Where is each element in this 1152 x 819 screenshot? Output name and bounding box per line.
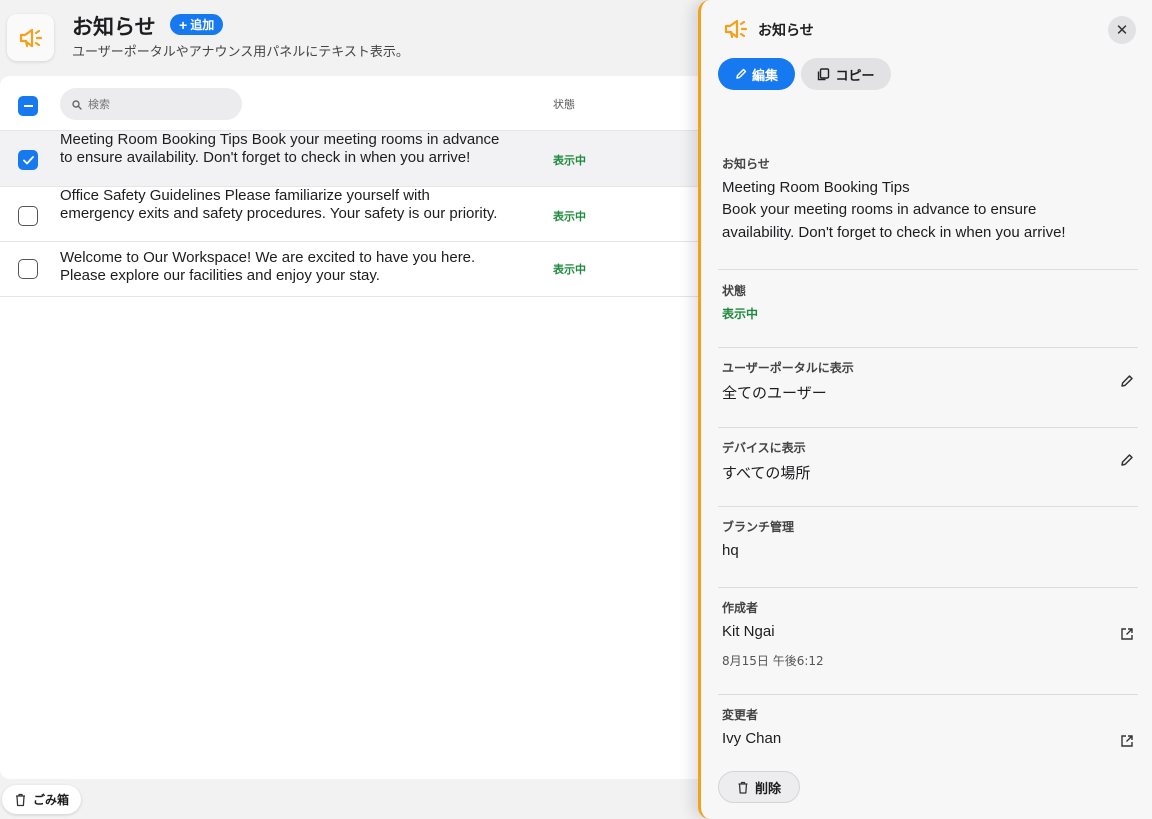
delete-button[interactable]: 削除	[718, 771, 800, 803]
search-icon	[72, 95, 82, 114]
delete-label: 削除	[754, 781, 781, 797]
device-value: すべての場所	[722, 465, 811, 482]
branch-value: hq	[722, 542, 739, 559]
modifier-section: 変更者 Ivy Chan	[718, 695, 1138, 765]
row-checkbox[interactable]	[18, 150, 38, 170]
search-input[interactable]	[88, 97, 228, 111]
trash-icon	[16, 793, 25, 806]
branch-label: ブランチ管理	[722, 520, 795, 534]
page-title: お知らせ	[72, 15, 156, 39]
creator-section: 作成者 Kit Ngai 8月15日 午後6:12	[718, 588, 1138, 695]
close-icon: ✕	[1115, 22, 1129, 39]
modifier-label: 変更者	[722, 708, 759, 722]
row-status: 表示中	[553, 154, 586, 167]
edit-label: 編集	[751, 68, 778, 84]
external-link-icon[interactable]	[1120, 733, 1134, 752]
copy-icon	[818, 67, 830, 80]
copy-button[interactable]: コピー	[801, 58, 891, 90]
portal-value: 全てのユーザー	[722, 385, 827, 402]
trash-icon	[738, 781, 748, 794]
device-label: デバイスに表示	[722, 441, 806, 455]
row-checkbox[interactable]	[18, 259, 38, 279]
portal-section: ユーザーポータルに表示 全てのユーザー	[718, 348, 1138, 428]
pencil-icon[interactable]	[1120, 452, 1134, 471]
search-box[interactable]	[60, 88, 242, 120]
status-section: 状態 表示中	[718, 270, 1138, 348]
add-button[interactable]: + 追加	[170, 14, 224, 35]
plus-icon: +	[179, 16, 188, 33]
device-section: デバイスに表示 すべての場所	[718, 428, 1138, 507]
announcement-body-line1: Book your meeting rooms in advance to en…	[722, 201, 1037, 218]
row-text: Meeting Room Booking Tips Book your meet…	[60, 131, 500, 167]
check-icon	[22, 155, 34, 164]
table-row[interactable]: Welcome to Our Workspace! We are excited…	[0, 242, 712, 297]
select-all-checkbox[interactable]	[18, 96, 38, 116]
app-megaphone-icon	[7, 14, 54, 61]
row-status: 表示中	[553, 263, 586, 276]
detail-title: お知らせ	[758, 23, 814, 39]
table-row[interactable]: Meeting Room Booking Tips Book your meet…	[0, 131, 712, 187]
branch-section: ブランチ管理 hq	[718, 507, 1138, 588]
row-text: Office Safety Guidelines Please familiar…	[60, 187, 498, 223]
trash-label: ごみ箱	[33, 793, 70, 807]
pencil-icon	[736, 68, 747, 79]
pencil-icon[interactable]	[1120, 373, 1134, 392]
trash-button[interactable]: ごみ箱	[2, 785, 82, 814]
announcement-list: 状態 Meeting Room Booking Tips Book your m…	[0, 76, 712, 779]
detail-panel: お知らせ ✕ 編集 コピー お知らせ Meeting Room Booking …	[698, 0, 1152, 819]
portal-label: ユーザーポータルに表示	[722, 361, 854, 375]
edit-button[interactable]: 編集	[718, 58, 795, 90]
status-column-header: 状態	[553, 98, 575, 111]
modifier-name: Ivy Chan	[722, 730, 782, 747]
creator-name: Kit Ngai	[722, 623, 775, 640]
row-status: 表示中	[553, 210, 586, 223]
add-button-label: 追加	[190, 18, 215, 32]
announcement-body-line2: availability. Don't forget to check in w…	[722, 224, 1066, 241]
row-text: Welcome to Our Workspace! We are excited…	[60, 249, 476, 285]
announcement-heading: Meeting Room Booking Tips	[722, 179, 910, 196]
row-checkbox[interactable]	[18, 206, 38, 226]
close-button[interactable]: ✕	[1108, 16, 1136, 44]
status-value: 表示中	[722, 307, 759, 321]
table-row[interactable]: Office Safety Guidelines Please familiar…	[0, 187, 712, 242]
created-date: 8月15日 午後6:12	[722, 654, 824, 668]
external-link-icon[interactable]	[1120, 626, 1134, 645]
announcement-section: お知らせ Meeting Room Booking Tips Book your…	[718, 150, 1138, 270]
list-header: 状態	[0, 76, 712, 131]
page-subtitle: ユーザーポータルやアナウンス用パネルにテキスト表示。	[72, 45, 409, 60]
megaphone-icon	[723, 17, 749, 45]
announcement-label: お知らせ	[722, 157, 770, 171]
status-label: 状態	[722, 284, 747, 298]
creator-label: 作成者	[722, 601, 759, 615]
copy-label: コピー	[835, 68, 875, 84]
